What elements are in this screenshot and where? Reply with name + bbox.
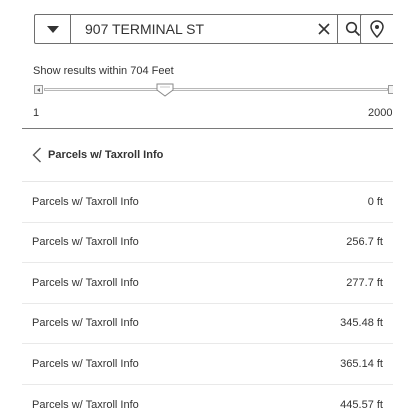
clear-search-button[interactable] xyxy=(311,15,337,43)
chevron-left-icon xyxy=(32,147,42,163)
result-name: Parcels w/ Taxroll Info xyxy=(32,276,139,289)
results-list: Parcels w/ Taxroll Info 0 ft Parcels w/ … xyxy=(22,182,393,418)
result-distance: 256.7 ft xyxy=(346,236,383,249)
result-row[interactable]: Parcels w/ Taxroll Info 277.7 ft xyxy=(22,263,393,304)
slider-increase-button[interactable] xyxy=(388,85,393,94)
search-group: 907 TERMINAL ST xyxy=(34,14,368,44)
result-row[interactable]: Parcels w/ Taxroll Info 256.7 ft xyxy=(22,223,393,263)
caret-down-icon xyxy=(46,25,59,33)
result-distance: 0 ft xyxy=(367,195,383,208)
result-row[interactable]: Parcels w/ Taxroll Info 365.14 ft xyxy=(22,344,393,385)
result-row[interactable]: Parcels w/ Taxroll Info 0 ft xyxy=(22,182,393,223)
search-bar: 907 TERMINAL ST xyxy=(34,14,368,44)
results-header-title: Parcels w/ Taxroll Info xyxy=(48,149,164,161)
search-input[interactable]: 907 TERMINAL ST xyxy=(71,15,311,43)
result-name: Parcels w/ Taxroll Info xyxy=(32,398,139,411)
distance-slider[interactable] xyxy=(34,83,393,100)
slider-track[interactable] xyxy=(44,88,388,91)
result-row[interactable]: Parcels w/ Taxroll Info 345.48 ft xyxy=(22,304,393,344)
distance-label: Show results within 704 Feet xyxy=(33,65,174,77)
locate-button[interactable] xyxy=(360,14,393,44)
result-name: Parcels w/ Taxroll Info xyxy=(32,236,139,249)
range-max-label: 2000 xyxy=(368,107,393,119)
results-back-header[interactable]: Parcels w/ Taxroll Info xyxy=(22,129,393,182)
range-min-label: 1 xyxy=(33,107,40,119)
slider-decrease-button[interactable] xyxy=(34,85,43,94)
source-dropdown-button[interactable] xyxy=(35,15,71,43)
search-icon xyxy=(345,21,360,37)
result-name: Parcels w/ Taxroll Info xyxy=(32,357,139,370)
result-distance: 445.57 ft xyxy=(340,398,383,411)
result-name: Parcels w/ Taxroll Info xyxy=(32,195,139,208)
result-name: Parcels w/ Taxroll Info xyxy=(32,317,139,330)
result-distance: 277.7 ft xyxy=(346,276,383,289)
location-pin-icon xyxy=(370,20,384,38)
result-row[interactable]: Parcels w/ Taxroll Info 445.57 ft xyxy=(22,385,393,418)
result-distance: 365.14 ft xyxy=(340,357,383,370)
close-icon xyxy=(318,23,330,35)
result-distance: 345.48 ft xyxy=(340,317,383,330)
search-widget: 907 TERMINAL ST Show results within 704 … xyxy=(0,0,393,418)
